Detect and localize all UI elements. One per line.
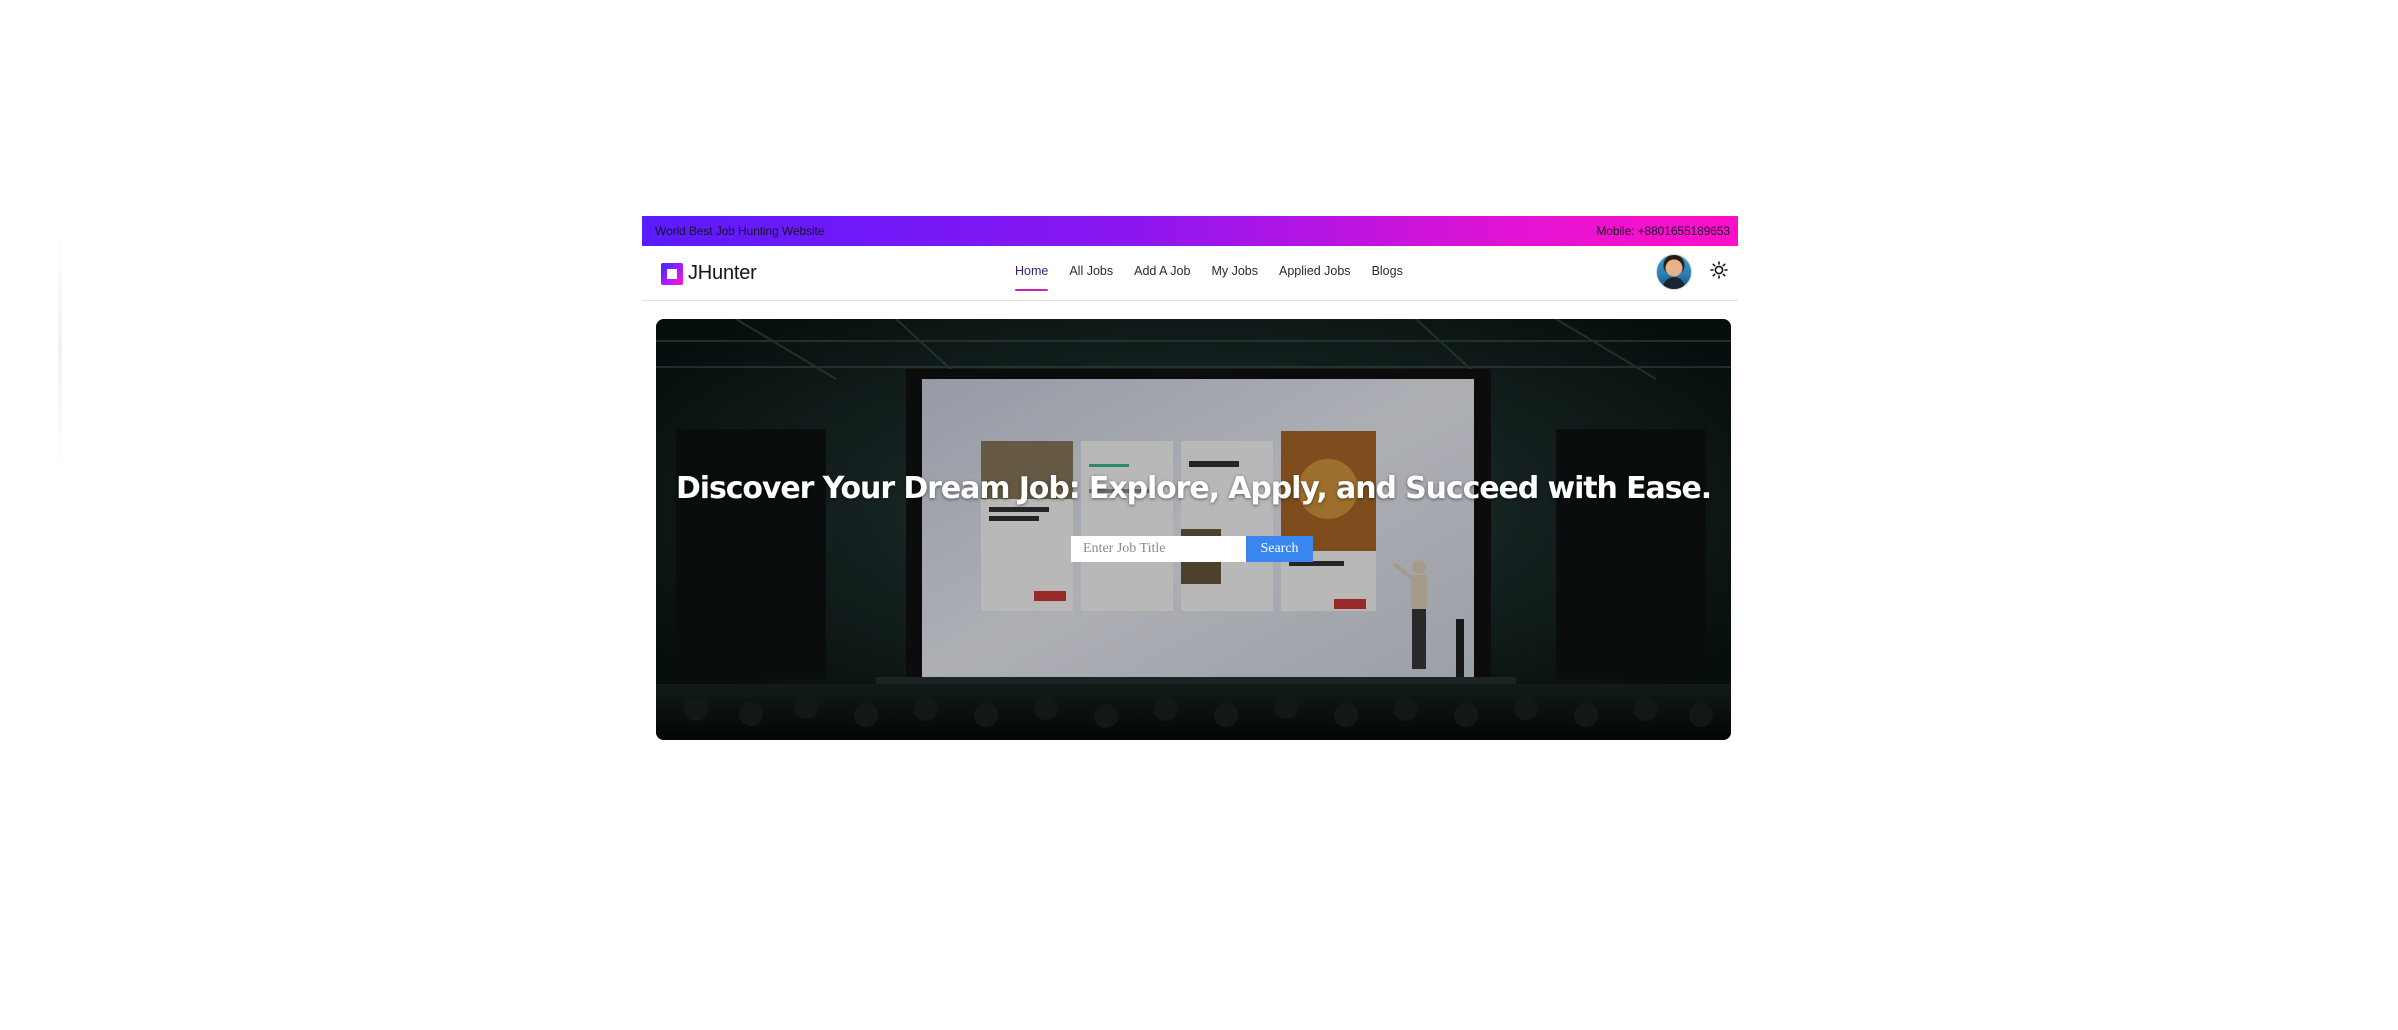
job-search-form: Search: [1071, 536, 1313, 562]
search-button[interactable]: Search: [1246, 536, 1313, 562]
hero-banner: Discover Your Dream Job: Explore, Apply,…: [656, 319, 1731, 740]
job-title-search-input[interactable]: [1071, 536, 1246, 562]
nav-item-home[interactable]: Home: [1015, 264, 1049, 291]
user-avatar[interactable]: [1656, 254, 1692, 290]
nav-item-applied-jobs[interactable]: Applied Jobs: [1279, 264, 1351, 284]
mobile-number: Mobile: +8801655189653: [1596, 224, 1730, 238]
brand-logo[interactable]: JHunter: [661, 262, 757, 285]
navbar: JHunter Home All Jobs Add A Job My Jobs …: [642, 246, 1738, 301]
tagline: World Best Job Hunting Website: [655, 224, 825, 238]
conference-stage-image: [656, 319, 1731, 740]
announcement-bar: World Best Job Hunting Website Mobile: +…: [642, 216, 1738, 246]
square-logo-icon: [661, 262, 683, 285]
nav-item-all-jobs[interactable]: All Jobs: [1069, 264, 1113, 284]
main-nav: Home All Jobs Add A Job My Jobs Applied …: [1015, 264, 1424, 291]
background-edge-artifact: [58, 230, 62, 470]
sun-icon[interactable]: [1708, 259, 1730, 281]
brand-name: JHunter: [688, 262, 757, 284]
hero-title: Discover Your Dream Job: Explore, Apply,…: [676, 471, 1712, 506]
nav-item-blogs[interactable]: Blogs: [1372, 264, 1403, 284]
nav-item-my-jobs[interactable]: My Jobs: [1211, 264, 1258, 284]
nav-item-add-a-job[interactable]: Add A Job: [1134, 264, 1190, 284]
page: World Best Job Hunting Website Mobile: +…: [642, 216, 1738, 741]
